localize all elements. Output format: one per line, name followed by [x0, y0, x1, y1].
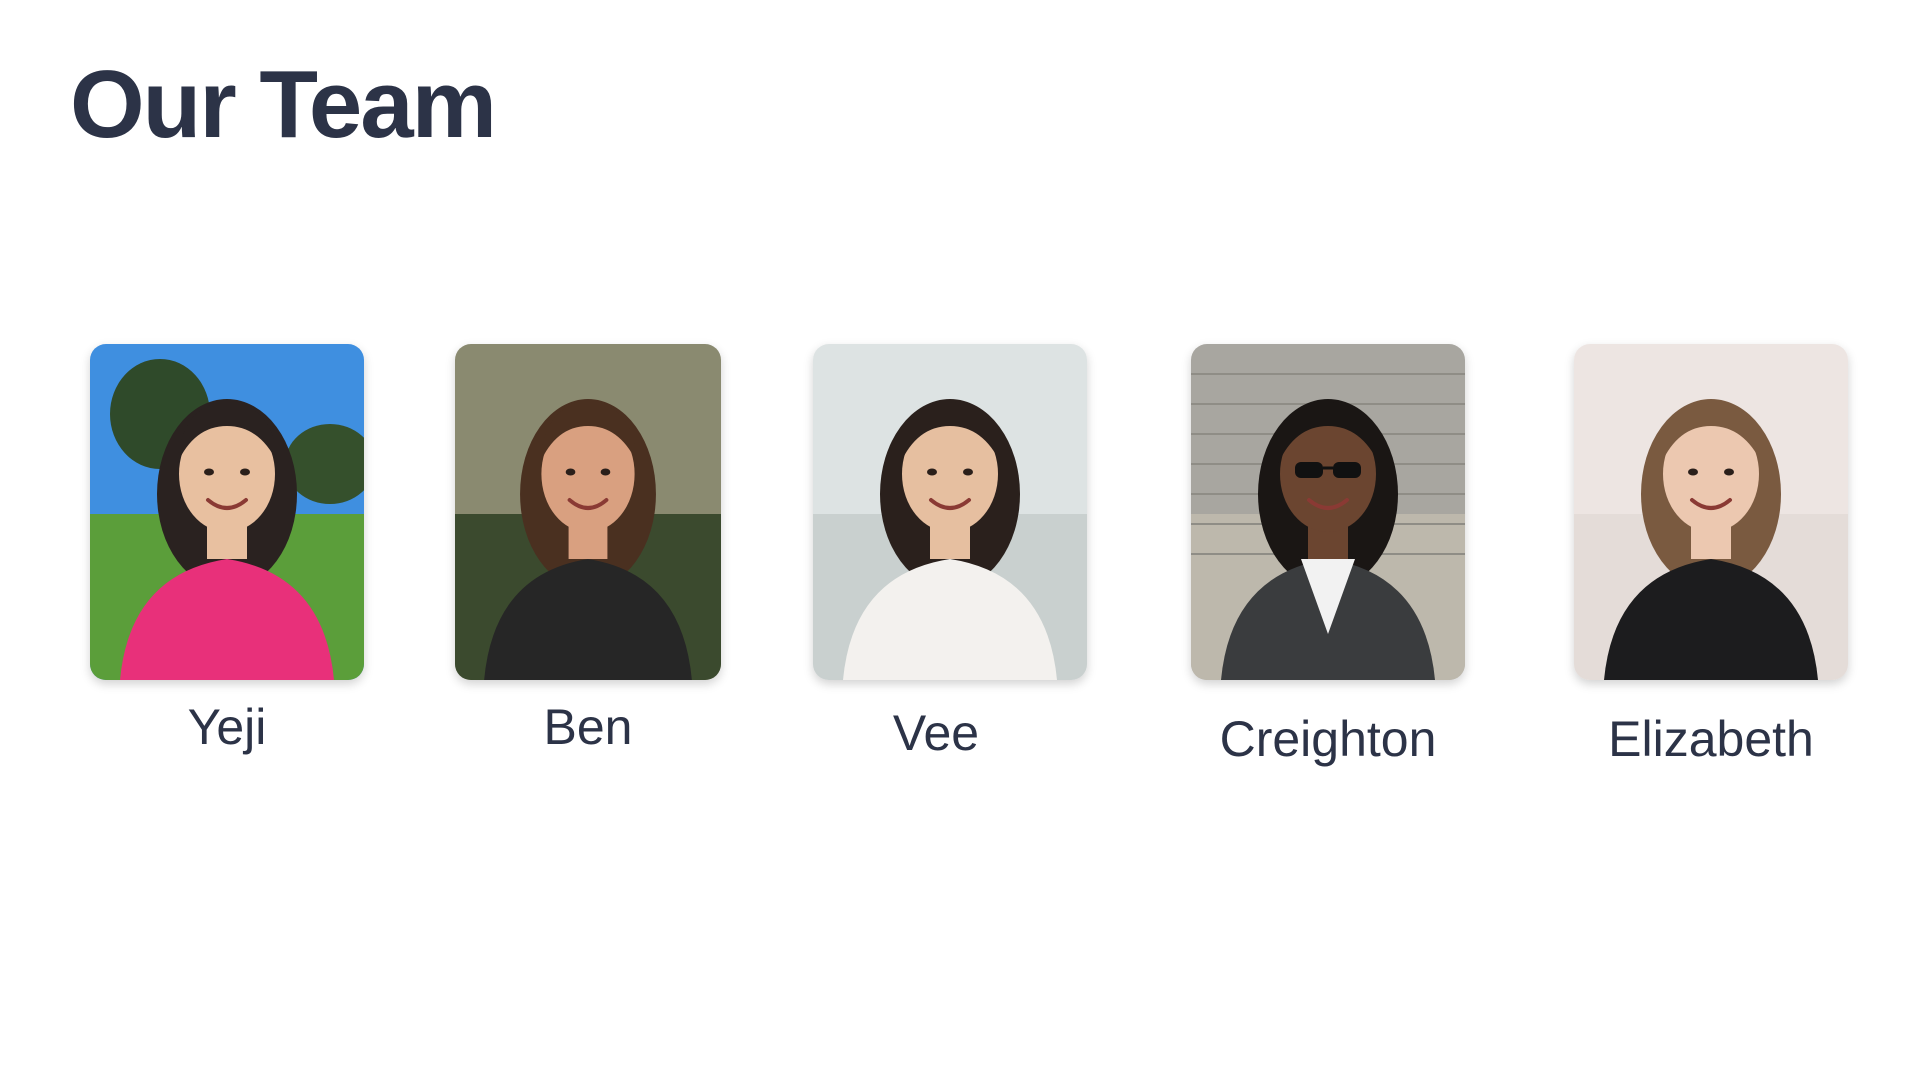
portrait-illustration — [1191, 344, 1465, 680]
portrait-photo — [813, 344, 1087, 680]
portrait-photo — [1191, 344, 1465, 680]
team-member-name: Ben — [543, 699, 633, 755]
portrait-photo — [1574, 344, 1848, 680]
portrait-illustration — [813, 344, 1087, 680]
team-member-card: Vee — [813, 344, 1087, 764]
page-title: Our Team — [70, 51, 497, 158]
team-member-name: Vee — [892, 705, 980, 761]
portrait-illustration — [90, 344, 364, 680]
portrait-illustration — [1574, 344, 1848, 680]
portrait-photo — [455, 344, 721, 680]
portrait-photo — [90, 344, 364, 680]
team-page: Our Team Yeji Ben Vee Creighton Elizabet… — [0, 0, 1920, 1080]
team-member-card: Creighton — [1191, 344, 1465, 767]
team-member-name: Creighton — [1219, 711, 1437, 767]
team-member-name: Yeji — [187, 699, 267, 755]
team-member-card: Elizabeth — [1574, 344, 1848, 767]
team-member-card: Yeji — [90, 344, 364, 764]
team-member-card: Ben — [455, 344, 729, 764]
portrait-illustration — [455, 344, 721, 680]
team-member-name: Elizabeth — [1608, 711, 1814, 767]
